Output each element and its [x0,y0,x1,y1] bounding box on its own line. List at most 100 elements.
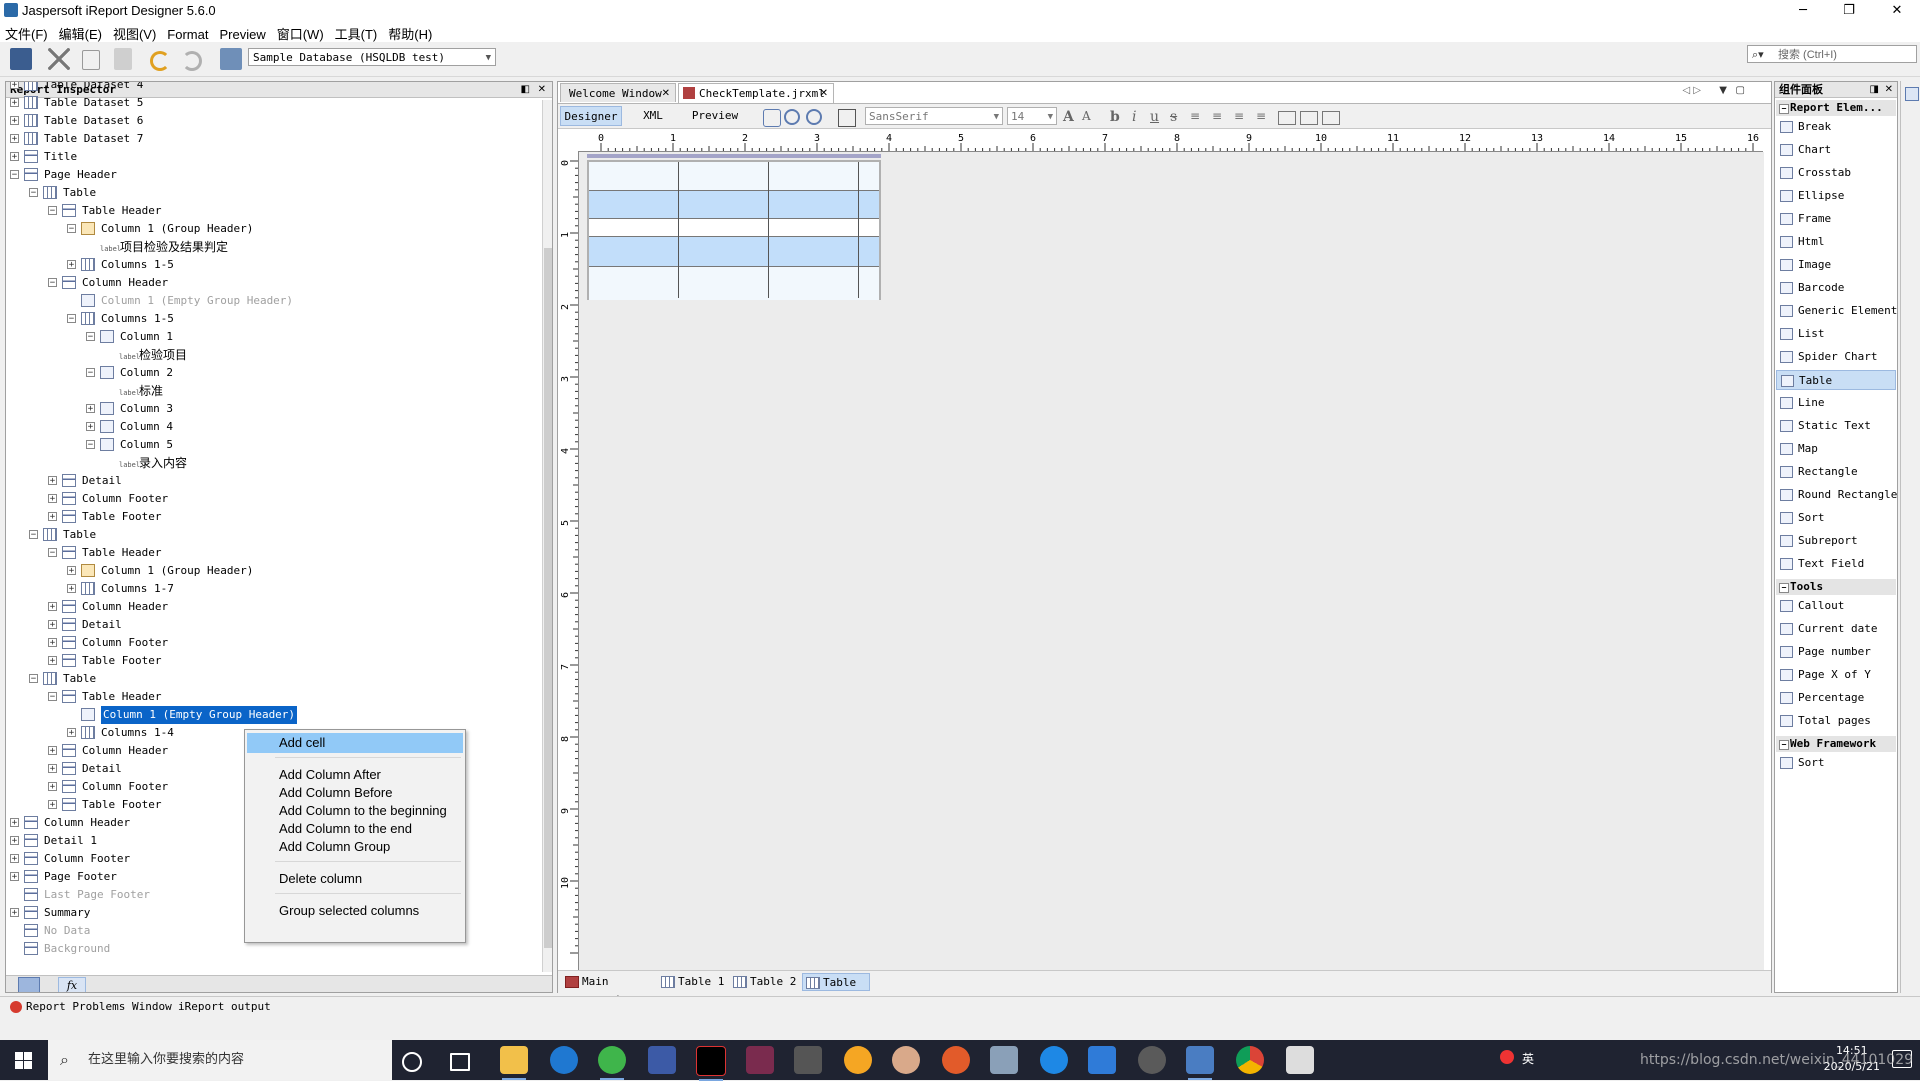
tree-node[interactable]: + Table Dataset 6 [6,112,540,130]
collapse-icon[interactable]: − [48,206,57,216]
tree-node[interactable]: + Table Footer [6,652,540,670]
app-icon[interactable] [648,1046,676,1074]
zoom-fit-icon[interactable] [763,109,781,127]
tree-node[interactable]: − Column 2 [6,364,540,382]
align-right-icon[interactable]: ≡ [1234,109,1244,123]
menu-format[interactable]: Format [162,25,214,42]
palette-item[interactable]: Frame [1776,209,1896,229]
palette-category[interactable]: − Tools [1776,579,1896,595]
align-left-icon[interactable]: ≡ [1190,109,1200,123]
menu-item-delete-column[interactable]: Delete column [247,869,463,889]
restore-button[interactable]: ❐ [1826,0,1872,22]
palette-item[interactable]: Sort [1776,753,1896,773]
minimize-button[interactable]: ─ [1780,0,1826,22]
tab-check-template[interactable]: CheckTemplate.jrxml ✕ [678,83,834,103]
collapse-icon[interactable]: − [1779,104,1789,114]
align-justify-icon[interactable]: ≡ [1256,109,1266,123]
align-bottom-icon[interactable] [1322,111,1340,125]
tab-table-3[interactable]: Table 3 [802,973,870,1007]
zoom-out-icon[interactable] [806,109,822,125]
close-button[interactable]: ✕ [1874,0,1920,22]
intellij-icon[interactable] [696,1046,726,1081]
palette-item[interactable]: Page X of Y [1776,665,1896,685]
collapse-icon[interactable]: − [86,332,95,342]
menu-item-add-column-beginning[interactable]: Add Column to the beginning [247,801,463,821]
palette-category[interactable]: − Report Elem... [1776,100,1896,116]
task-view-icon[interactable] [450,1053,470,1071]
collapse-icon[interactable]: − [67,224,76,234]
detail-row[interactable] [589,218,879,236]
tree-node[interactable]: − Table Header [6,202,540,220]
save-all-icon[interactable] [10,48,32,70]
copy-icon[interactable] [82,50,100,70]
tab-welcome-window[interactable]: Welcome Window ✕ [560,83,676,102]
file-explorer-icon[interactable] [500,1046,528,1080]
palette-item[interactable]: Barcode [1776,278,1896,298]
menu-preview[interactable]: Preview [214,25,271,42]
palette-item[interactable]: Html [1776,232,1896,252]
menu-item-group-selected-columns[interactable]: Group selected columns [247,901,463,921]
menu-view[interactable]: 视图(V) [108,22,162,43]
palette-item[interactable]: Static Text [1776,416,1896,436]
collapse-icon[interactable]: − [48,548,57,558]
scroll-tabs-icon[interactable]: ◁ ▷ [1682,85,1701,96]
tree-node[interactable]: + Column Footer [6,634,540,652]
palette-item[interactable]: Spider Chart [1776,347,1896,367]
expand-icon[interactable]: + [67,728,76,738]
column-header-row[interactable] [589,190,879,218]
tree-node[interactable]: label 标准 [6,382,540,400]
collapse-icon[interactable]: − [1779,583,1789,593]
tree-node[interactable]: label 项目检验及结果判定 [6,238,540,256]
datasource-icon[interactable] [220,48,242,70]
datasource-select[interactable]: Sample Database (HSQLDB test) ▼ [248,48,496,66]
palette-item[interactable]: List [1776,324,1896,344]
collapse-icon[interactable]: − [86,368,95,378]
align-middle-icon[interactable] [1300,111,1318,125]
table-header-row[interactable] [589,162,879,190]
app-icon[interactable] [990,1046,1018,1074]
menu-item-add-column-end[interactable]: Add Column to the end [247,819,463,839]
column-footer-row[interactable] [589,236,879,266]
expand-icon[interactable]: + [10,82,19,90]
expand-icon[interactable]: + [10,818,19,828]
page-setup-icon[interactable] [838,109,856,127]
menu-tools[interactable]: 工具(T) [330,22,384,43]
palette-item[interactable]: Ellipse [1776,186,1896,206]
collapse-icon[interactable]: − [10,170,19,180]
tree-node[interactable]: label 录入内容 [6,454,540,472]
expand-icon[interactable]: + [10,98,19,108]
tree-node[interactable]: Column 1 (Empty Group Header) [6,292,540,310]
feiq-icon[interactable] [1040,1046,1068,1074]
tree-node[interactable]: + Table Dataset 4 [6,82,540,94]
menu-edit[interactable]: 编辑(E) [54,22,108,43]
collapse-icon[interactable]: − [48,692,57,702]
menu-help[interactable]: 帮助(H) [383,22,438,43]
tree-node[interactable]: − Column 5 [6,436,540,454]
expand-icon[interactable]: + [67,566,76,576]
ireport-icon[interactable] [1186,1046,1214,1080]
redo-icon[interactable] [182,51,202,71]
palette-item[interactable]: Chart [1776,140,1896,160]
tab-table-1[interactable]: Table 1 [658,973,726,991]
calculator-icon[interactable] [1286,1046,1314,1074]
expand-icon[interactable]: + [48,746,57,756]
palette-item[interactable]: Map [1776,439,1896,459]
menu-item-add-column-after[interactable]: Add Column After [247,765,463,785]
font-size-select[interactable]: 14 ▼ [1007,107,1057,125]
expand-icon[interactable]: + [48,620,57,630]
input-language[interactable]: 英 [1522,1050,1534,1067]
tree-node[interactable]: + Detail [6,616,540,634]
maximize-editor-icon[interactable]: ▢ [1736,85,1745,96]
font-name-select[interactable]: SansSerif ▼ [865,107,1003,125]
tree-node[interactable]: label 检验项目 [6,346,540,364]
expand-icon[interactable]: + [10,134,19,144]
palette-item[interactable]: Callout [1776,596,1896,616]
tree-node[interactable]: − Table Header [6,688,540,706]
tree-node[interactable]: − Page Header [6,166,540,184]
collapse-icon[interactable]: − [67,314,76,324]
expression-fx-button[interactable]: fx [58,977,86,992]
tab-main-report[interactable]: Main report [562,973,652,1006]
tree-node[interactable]: − Table [6,670,540,688]
expand-icon[interactable]: + [10,116,19,126]
expand-icon[interactable]: + [67,584,76,594]
